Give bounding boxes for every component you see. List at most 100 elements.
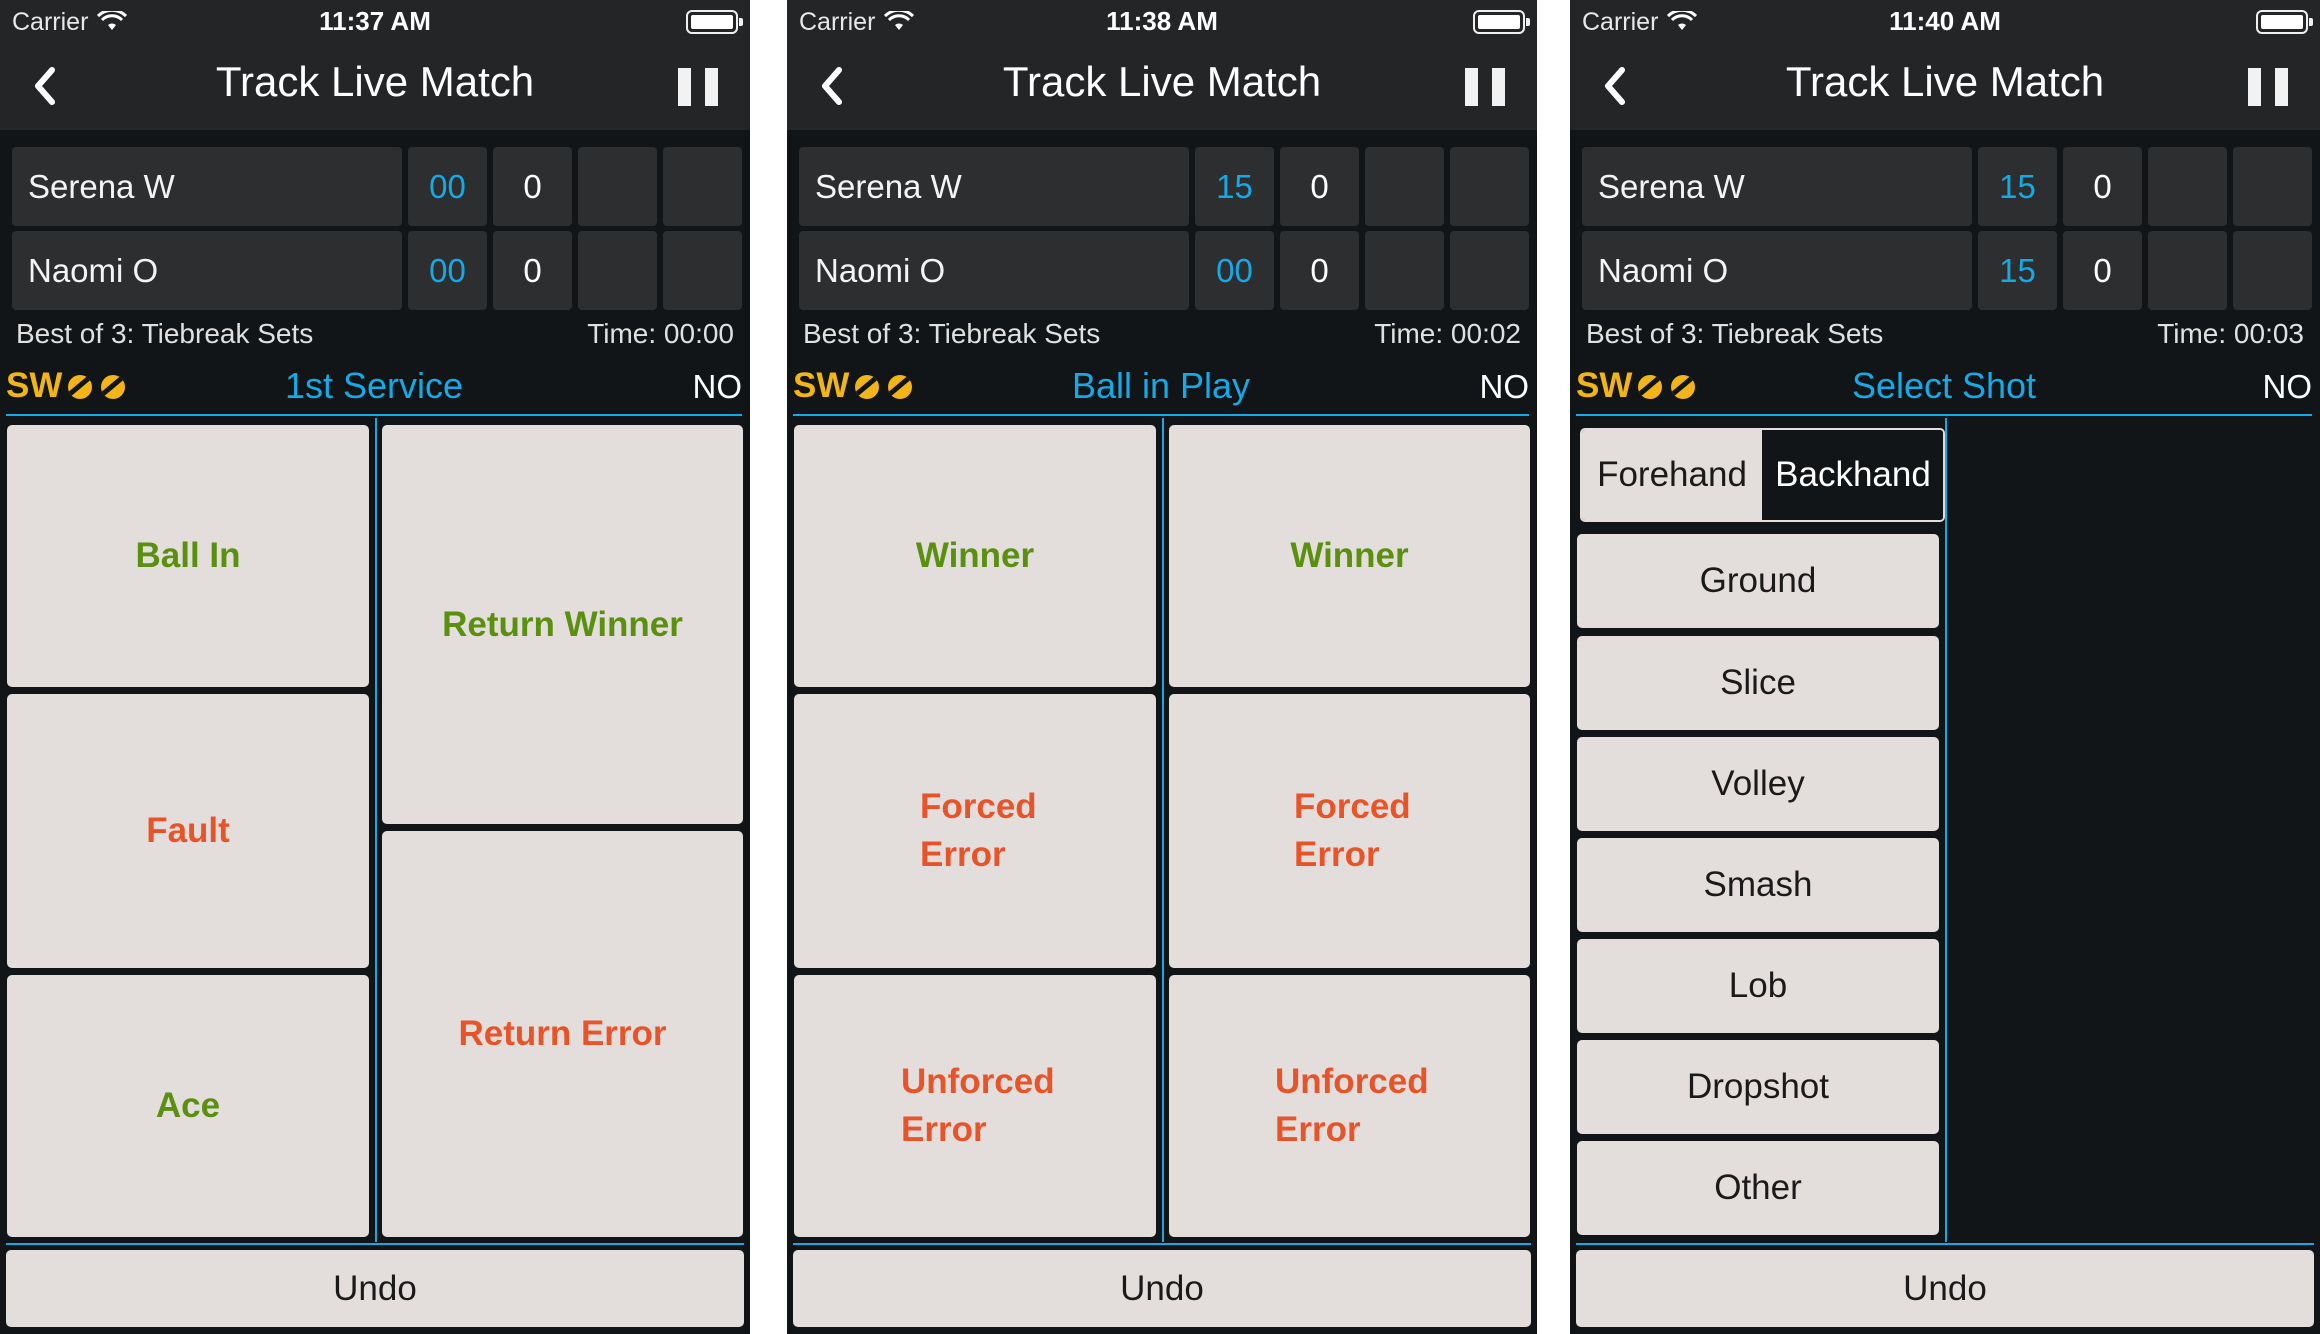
undo-button[interactable]: Undo (1576, 1250, 2314, 1327)
status-bar: Carrier 11:38 AM (787, 0, 1537, 44)
point-state-label: 1st Service (284, 365, 464, 406)
shot-ground-button[interactable]: Ground (1577, 534, 1939, 628)
match-time: Time: 00:03 (2157, 318, 2304, 349)
set-3-games (1450, 147, 1529, 226)
ball-in-button[interactable]: Ball In (7, 425, 369, 687)
set-2-games (2148, 231, 2227, 310)
screen-ball-in-play: Carrier 11:38 AM Track Live Match Serena… (787, 0, 1537, 1334)
battery-icon (2256, 10, 2313, 34)
score-row-player-1: Serena W 15 0 (799, 147, 1529, 226)
pause-icon[interactable] (678, 68, 718, 106)
undo-button[interactable]: Undo (6, 1250, 744, 1327)
winner-button-left[interactable]: Winner (794, 425, 1156, 687)
match-time: Time: 00:02 (1374, 318, 1521, 349)
point-state-label: Select Shot (1851, 365, 2037, 406)
match-format: Best of 3: Tiebreak Sets (1586, 318, 1884, 349)
nav-bar: Track Live Match (1570, 44, 2320, 130)
stroke-side-segmented-control: Forehand Backhand (1580, 428, 1945, 522)
score-row-player-2: Naomi O 15 0 (1582, 231, 2312, 310)
player-points: 00 (1195, 231, 1274, 310)
forehand-option[interactable]: Forehand (1582, 430, 1762, 520)
score-row-player-2: Naomi O 00 0 (12, 231, 742, 310)
score-row-player-2: Naomi O 00 0 (799, 231, 1529, 310)
set-1-games: 0 (1280, 231, 1359, 310)
shot-slice-button[interactable]: Slice (1577, 636, 1939, 730)
player-name: Naomi O (1582, 231, 1972, 310)
player-points: 15 (1978, 147, 2057, 226)
set-1-games: 0 (2063, 231, 2142, 310)
player-name: Naomi O (12, 231, 402, 310)
player-points: 15 (1195, 147, 1274, 226)
page-title: Track Live Match (1785, 58, 2105, 105)
button-line: Unforced (901, 1062, 1055, 1101)
return-winner-button[interactable]: Return Winner (382, 425, 743, 824)
state-flag[interactable]: NO (693, 368, 743, 406)
divider (6, 1243, 744, 1245)
set-3-games (2233, 147, 2312, 226)
shot-smash-button[interactable]: Smash (1577, 838, 1939, 932)
point-state-label: Ball in Play (1071, 365, 1251, 406)
button-line: Error (920, 835, 1006, 874)
divider (1162, 418, 1164, 1242)
divider (1945, 418, 1947, 1242)
state-flag[interactable]: NO (2263, 368, 2313, 406)
nav-bar: Track Live Match (0, 44, 750, 130)
battery-icon (1473, 10, 1530, 34)
return-error-button[interactable]: Return Error (382, 831, 743, 1237)
player-name: Serena W (1582, 147, 1972, 226)
undo-button[interactable]: Undo (793, 1250, 1531, 1327)
shot-lob-button[interactable]: Lob (1577, 939, 1939, 1033)
shot-dropshot-button[interactable]: Dropshot (1577, 1040, 1939, 1134)
set-2-games (1365, 231, 1444, 310)
point-state-bar: SW 1st Service NO (6, 364, 742, 416)
page-title: Track Live Match (215, 58, 535, 105)
status-bar: Carrier 11:40 AM (1570, 0, 2320, 44)
divider (1576, 1243, 2314, 1245)
set-2-games (578, 147, 657, 226)
divider (375, 418, 377, 1242)
match-format: Best of 3: Tiebreak Sets (16, 318, 314, 349)
status-time: 11:40 AM (1889, 6, 2001, 36)
score-row-player-1: Serena W 15 0 (1582, 147, 2312, 226)
set-2-games (2148, 147, 2227, 226)
button-line: Error (1294, 835, 1380, 874)
match-info: Best of 3: Tiebreak Sets Time: 00:02 (803, 318, 1521, 350)
fault-button[interactable]: Fault (7, 694, 369, 968)
set-2-games (1365, 147, 1444, 226)
winner-button-right[interactable]: Winner (1169, 425, 1530, 687)
match-format: Best of 3: Tiebreak Sets (803, 318, 1101, 349)
unforced-error-button-right[interactable]: Unforced Error (1169, 975, 1530, 1237)
set-3-games (1450, 231, 1529, 310)
battery-icon (686, 10, 743, 34)
divider (793, 1243, 1531, 1245)
status-time: 11:38 AM (1106, 6, 1218, 36)
player-points: 15 (1978, 231, 2057, 310)
button-line: Error (1275, 1110, 1361, 1149)
forced-error-button-right[interactable]: Forced Error (1169, 694, 1530, 968)
match-info: Best of 3: Tiebreak Sets Time: 00:00 (16, 318, 734, 350)
point-state-bar: SW Ball in Play NO (793, 364, 1529, 416)
pause-icon[interactable] (2248, 68, 2288, 106)
ace-button[interactable]: Ace (7, 975, 369, 1237)
status-time: 11:37 AM (319, 6, 431, 36)
player-points: 00 (408, 147, 487, 226)
set-1-games: 0 (493, 231, 572, 310)
player-name: Serena W (12, 147, 402, 226)
backhand-option[interactable]: Backhand (1763, 430, 1943, 520)
player-name: Naomi O (799, 231, 1189, 310)
unforced-error-button-left[interactable]: Unforced Error (794, 975, 1156, 1237)
state-flag[interactable]: NO (1480, 368, 1530, 406)
set-1-games: 0 (2063, 147, 2142, 226)
shot-volley-button[interactable]: Volley (1577, 737, 1939, 831)
nav-bar: Track Live Match (787, 44, 1537, 130)
player-name: Serena W (799, 147, 1189, 226)
pause-icon[interactable] (1465, 68, 1505, 106)
set-3-games (663, 231, 742, 310)
set-1-games: 0 (1280, 147, 1359, 226)
match-info: Best of 3: Tiebreak Sets Time: 00:03 (1586, 318, 2304, 350)
screen-select-shot: Carrier 11:40 AM Track Live Match Serena… (1570, 0, 2320, 1334)
forced-error-button-left[interactable]: Forced Error (794, 694, 1156, 968)
player-points: 00 (408, 231, 487, 310)
button-line: Forced (920, 787, 1037, 826)
shot-other-button[interactable]: Other (1577, 1141, 1939, 1235)
